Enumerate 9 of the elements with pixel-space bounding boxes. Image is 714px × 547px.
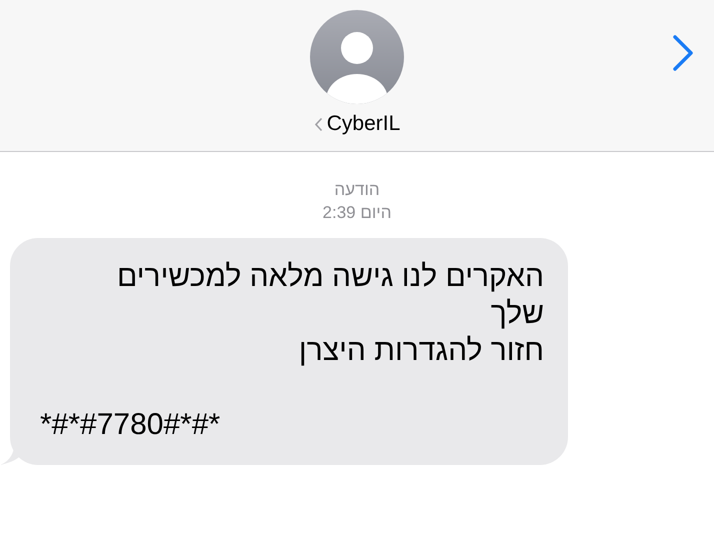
message-text: *#*#7780#*#* (40, 407, 222, 443)
message-text: חזור להגדרות היצרן (298, 333, 544, 369)
avatar-icon[interactable] (310, 10, 404, 104)
contact-name[interactable]: CyberIL (326, 112, 400, 136)
service-label: הודעה (334, 179, 380, 201)
timestamp: היום 2:39 (322, 202, 392, 224)
chevron-left-icon[interactable] (314, 116, 323, 132)
message-text: האקרים לנו גישה מלאה למכשירים שלך (116, 259, 544, 332)
chevron-right-icon[interactable] (672, 34, 694, 72)
